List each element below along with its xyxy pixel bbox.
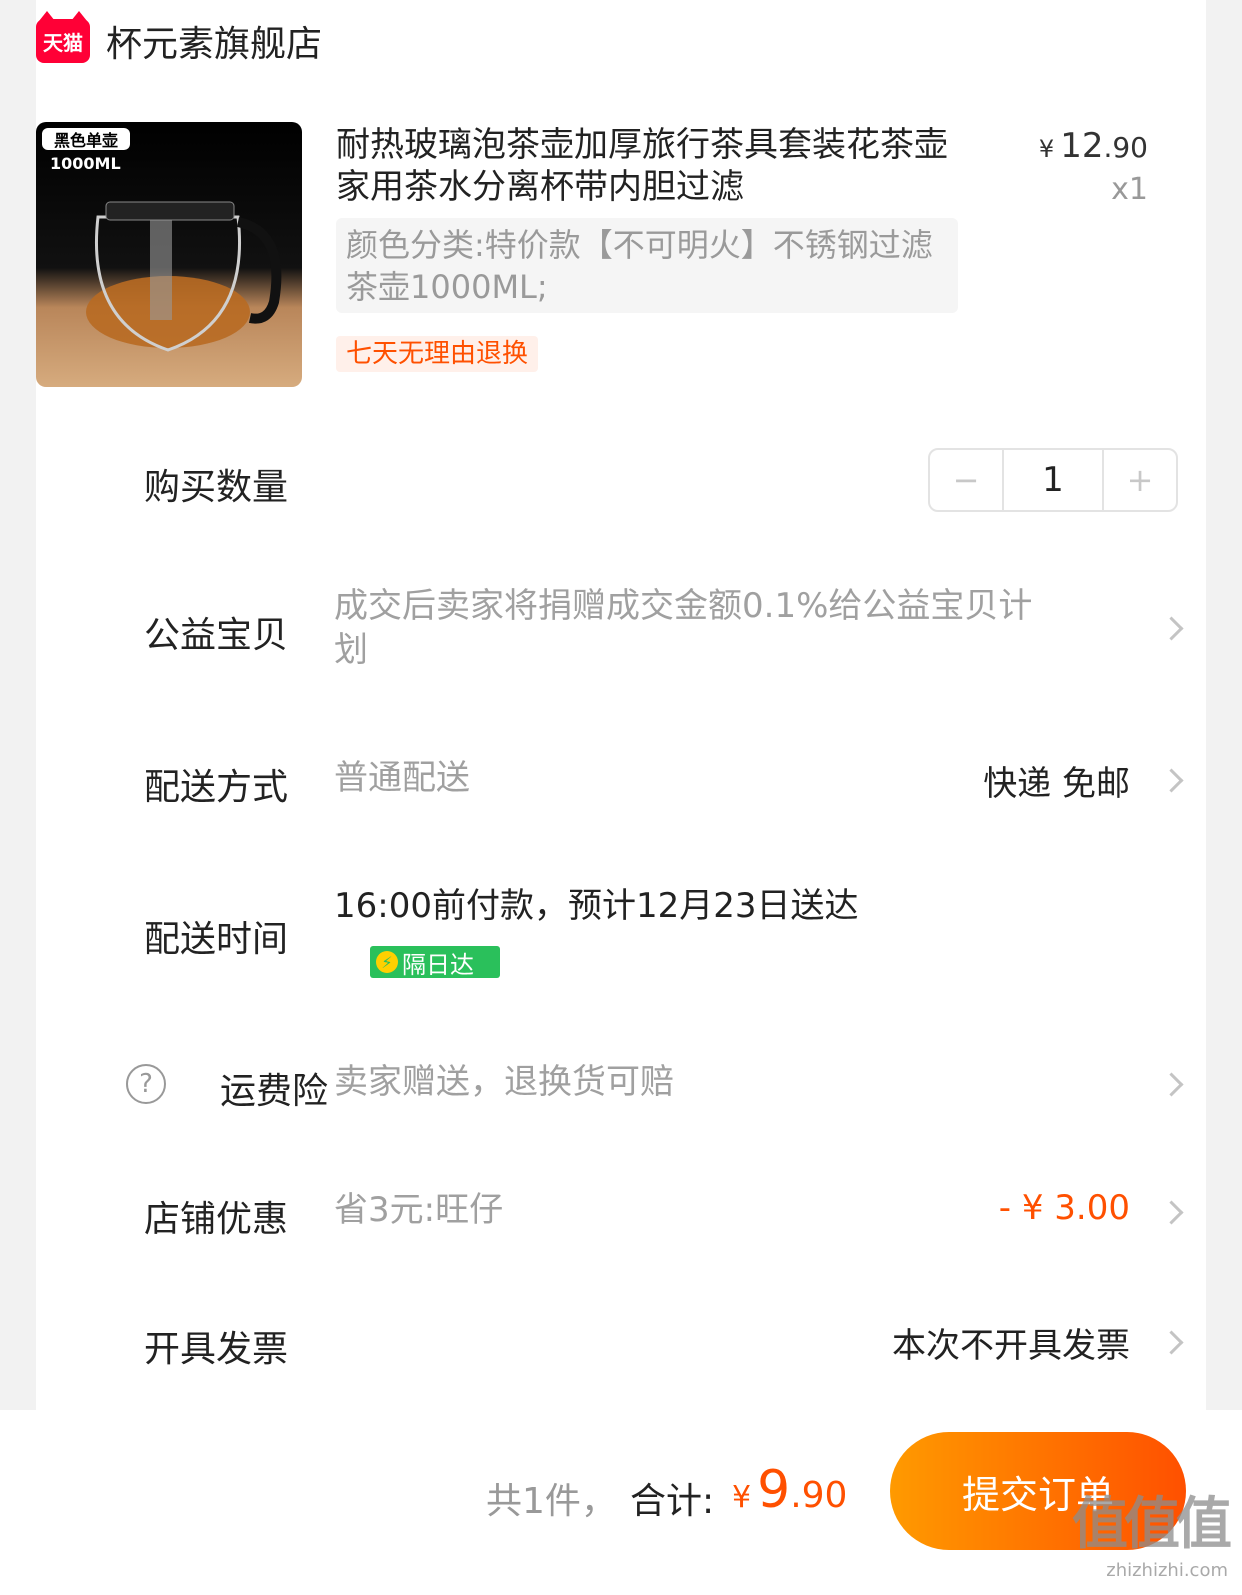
charity-value[interactable]: 成交后卖家将捐赠成交金额0.1%给公益宝贝计划 — [334, 584, 1034, 672]
delivery-time-label: 配送时间 — [144, 919, 289, 960]
quantity-label: 购买数量 — [144, 467, 289, 508]
shop-name[interactable]: 杯元素旗舰店 — [106, 15, 322, 67]
return-policy-tag: 七天无理由退换 — [336, 336, 539, 372]
total-amount: ¥9.90 — [732, 1460, 847, 1520]
item-count: 共1件， — [486, 1481, 617, 1522]
product-price: ¥12.90 — [1039, 126, 1148, 166]
watermark-logo: 值值值 — [1072, 1492, 1232, 1557]
increment-button[interactable]: + — [1104, 450, 1176, 510]
teapot-illustration — [86, 201, 282, 352]
shop-header[interactable]: 天猫 杯元素旗舰店 — [36, 11, 322, 68]
product-quantity: x1 — [1111, 172, 1148, 207]
watermark: 值值值 zhizhizhi.com — [1072, 1479, 1232, 1581]
product-title[interactable]: 耐热玻璃泡茶壶加厚旅行茶具套装花茶壶家用茶水分离杯带内胆过滤 — [336, 124, 956, 208]
help-icon[interactable]: ? — [126, 1064, 166, 1104]
product-image[interactable]: 黑色单壶 1000ML — [36, 122, 302, 387]
store-discount-label: 店铺优惠 — [144, 1199, 289, 1240]
charity-label: 公益宝贝 — [144, 615, 289, 656]
total-currency: ¥ — [732, 1480, 752, 1515]
tmall-logo: 天猫 — [36, 11, 90, 63]
shipping-insurance-value[interactable]: 卖家赠送，退换货可赔 — [334, 1060, 674, 1104]
price-int: 12 — [1060, 126, 1104, 166]
invoice-label: 开具发票 — [144, 1329, 289, 1370]
decrement-button[interactable]: − — [930, 450, 1002, 510]
tmall-logo-text: 天猫 — [43, 30, 83, 55]
delivery-time-value: 16:00前付款，预计12月23日送达 — [334, 886, 859, 926]
delivery-method-label: 配送方式 — [144, 767, 289, 808]
quantity-value[interactable]: 1 — [1002, 450, 1104, 510]
shipping-insurance-label: 运费险 — [220, 1071, 329, 1112]
quantity-stepper[interactable]: − 1 + — [928, 448, 1178, 512]
total-int: 9 — [757, 1460, 791, 1520]
price-dec: .90 — [1103, 131, 1148, 164]
watermark-url: zhizhizhi.com — [1106, 1560, 1228, 1581]
total-label: 合计: — [630, 1481, 715, 1522]
sku-info[interactable]: 颜色分类:特价款【不可明火】不锈钢过滤茶壶1000ML; — [336, 218, 958, 313]
delivery-method-value[interactable]: 普通配送 — [334, 756, 470, 800]
lightning-icon: ⚡ — [376, 951, 398, 973]
next-day-tag-text: 隔日达 — [402, 950, 474, 979]
invoice-value[interactable]: 本次不开具发票 — [892, 1318, 1130, 1367]
price-currency: ¥ — [1038, 135, 1055, 163]
delivery-method-right[interactable]: 快递 免邮 — [983, 756, 1130, 805]
store-discount-amount[interactable]: - ¥ 3.00 — [999, 1188, 1130, 1228]
total-dec: .90 — [790, 1475, 848, 1516]
checkout-footer: 共1件， 合计: ¥9.90 提交订单 值值值 zhizhizhi.com — [0, 1410, 1242, 1595]
next-day-tag: ⚡ 隔日达 — [370, 946, 500, 979]
store-discount-value[interactable]: 省3元:旺仔 — [334, 1188, 503, 1232]
